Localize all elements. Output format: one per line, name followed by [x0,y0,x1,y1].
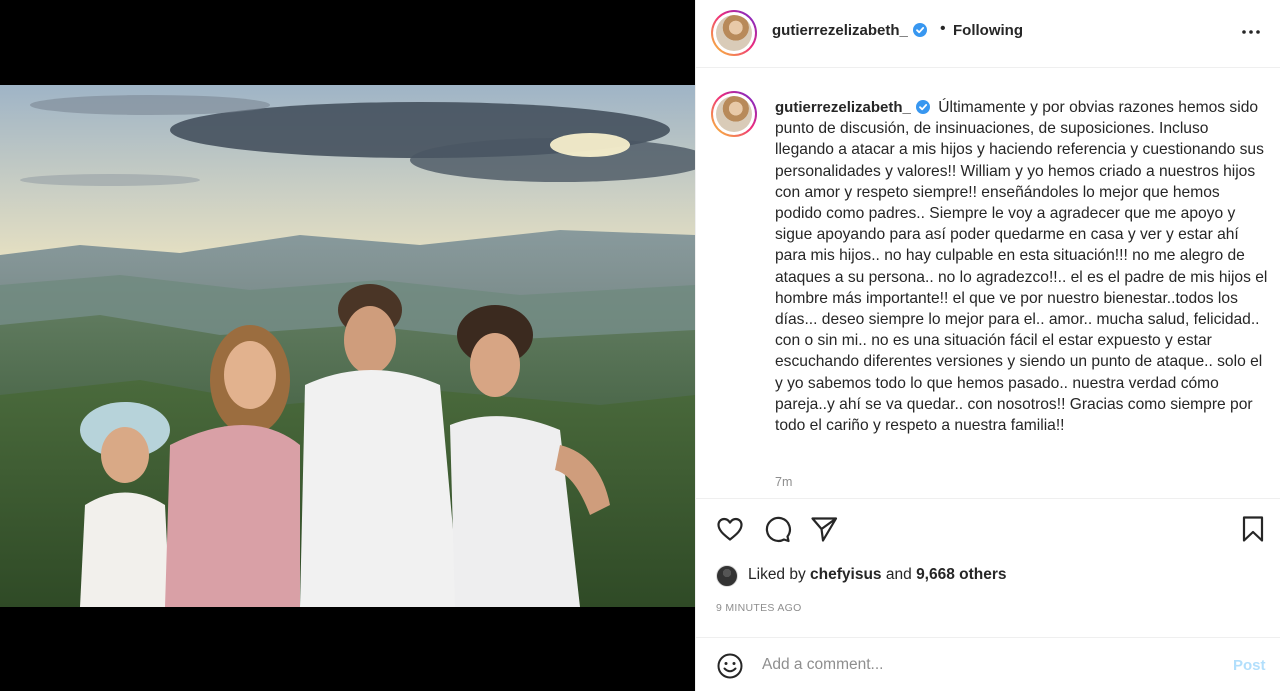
caption-username[interactable]: gutierrezelizabeth_ [775,99,930,116]
author-username-text[interactable]: gutierrezelizabeth_ [772,22,908,39]
likes-prefix: Liked by [748,566,806,583]
likes-conjunction: and [885,566,912,583]
paper-plane-icon[interactable] [809,514,839,544]
caption-author-avatar[interactable] [711,91,757,137]
comments-section: gutierrezelizabeth_ Últimamente y por ob… [696,69,1280,497]
header-separator: • [940,20,946,37]
family-photo-illustration [0,85,695,607]
avatar-image [716,15,752,51]
comment-icon[interactable] [762,514,792,544]
more-horizontal-icon[interactable] [1239,22,1263,42]
comment-input[interactable] [762,652,1212,678]
post-media [0,0,695,691]
smiley-icon[interactable] [716,652,744,680]
heart-icon[interactable] [715,514,745,544]
post-timestamp[interactable]: 9 MINUTES AGO [716,602,802,614]
post-details-panel: gutierrezelizabeth_ • Following gutierre… [695,0,1280,691]
post-photo[interactable] [0,85,695,607]
following-button[interactable]: Following [953,22,1023,39]
author-avatar[interactable] [711,10,757,56]
post-comment-button[interactable]: Post [1233,657,1266,674]
avatar-image [716,96,752,132]
caption-username-text[interactable]: gutierrezelizabeth_ [775,99,911,116]
post-actions: Liked by chefyisus and 9,668 others 9 MI… [696,498,1280,628]
likes-count[interactable]: 9,668 others [916,566,1006,583]
caption-time-ago[interactable]: 7m [775,475,792,489]
add-comment-bar: Post [696,637,1280,691]
author-username[interactable]: gutierrezelizabeth_ [772,22,927,39]
verified-badge-icon [912,23,927,37]
bookmark-icon[interactable] [1238,514,1268,544]
caption-text: Últimamente y por obvias razones hemos s… [775,99,1268,435]
verified-badge-icon [915,100,930,114]
post-header: gutierrezelizabeth_ • Following [696,0,1280,68]
liker-username[interactable]: chefyisus [810,566,882,583]
post-caption: gutierrezelizabeth_ Últimamente y por ob… [775,97,1269,436]
liker-avatar[interactable] [716,565,738,587]
